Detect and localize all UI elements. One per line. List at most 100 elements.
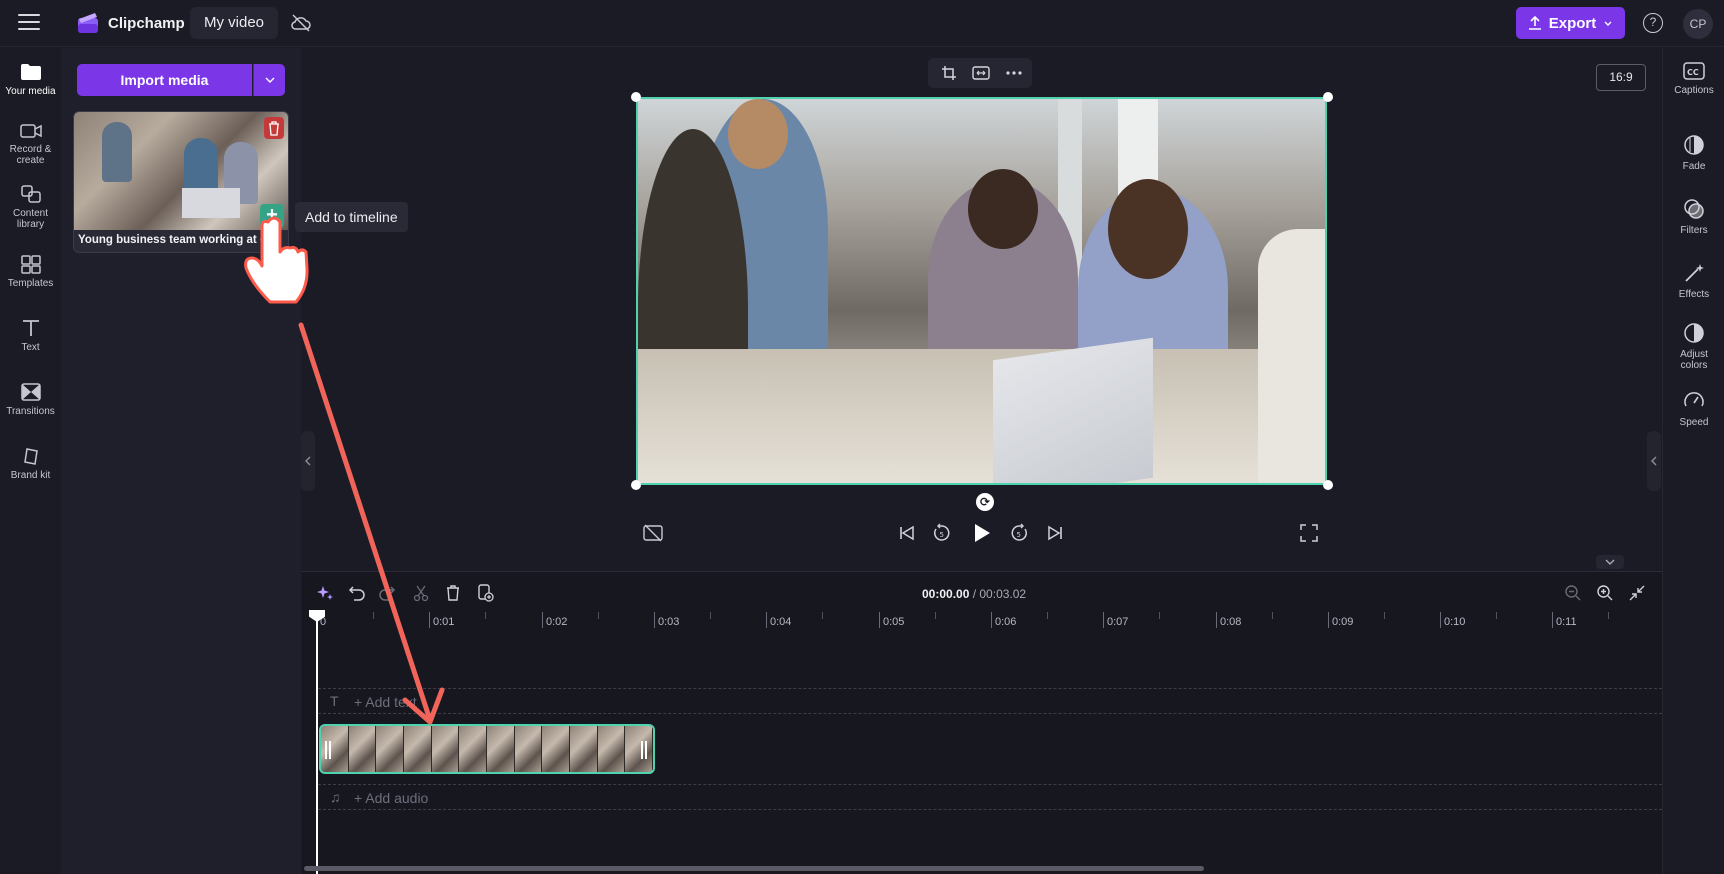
svg-text:5: 5 — [940, 531, 944, 539]
collapse-properties-panel-handle[interactable] — [1647, 431, 1661, 491]
video-title-field[interactable]: My video — [190, 7, 279, 39]
trash-icon[interactable] — [444, 584, 462, 602]
video-clip[interactable] — [319, 724, 655, 774]
nav-adjust-colors[interactable]: Adjust colors — [1663, 322, 1724, 371]
ruler-label: 0:08 — [1220, 616, 1242, 628]
fade-icon — [1684, 135, 1704, 155]
nav-filters[interactable]: Filters — [1663, 198, 1724, 236]
captions-icon: CC — [1683, 62, 1705, 80]
nav-record-create[interactable]: Record & create — [0, 122, 61, 166]
nav-text[interactable]: Text — [0, 318, 61, 353]
ruler-label: 0:01 — [433, 616, 455, 628]
add-to-timeline-icon[interactable] — [476, 584, 494, 602]
export-button[interactable]: Export — [1516, 7, 1625, 39]
skip-to-end-icon[interactable] — [1046, 524, 1064, 542]
resize-handle-top-left[interactable] — [631, 92, 641, 102]
resize-handle-bottom-left[interactable] — [631, 480, 641, 490]
add-audio-label: + Add audio — [354, 790, 429, 806]
resize-handle-top-right[interactable] — [1323, 92, 1333, 102]
clip-trim-handle-right[interactable] — [641, 741, 647, 759]
chevron-left-icon — [305, 456, 311, 466]
split-scissors-icon[interactable] — [412, 584, 430, 602]
avatar[interactable]: CP — [1683, 9, 1713, 39]
total-duration: / 00:03.02 — [972, 587, 1027, 601]
video-preview[interactable] — [636, 97, 1327, 485]
text-track[interactable]: T + Add text — [318, 688, 1662, 714]
trash-icon — [269, 121, 279, 136]
collapse-preview-chevron-icon[interactable] — [1596, 555, 1624, 569]
ruler-label: 0:03 — [658, 616, 680, 628]
ruler-label: 0:02 — [546, 616, 568, 628]
media-item[interactable]: + Young business team working at o — [73, 111, 289, 253]
zoom-out-icon[interactable] — [1564, 584, 1582, 602]
import-dropdown-button[interactable] — [253, 64, 285, 96]
forward-5s-icon[interactable]: 5 — [1009, 523, 1029, 543]
import-media-button[interactable]: Import media — [77, 64, 252, 96]
nav-transitions[interactable]: Transitions — [0, 382, 61, 417]
zoom-in-icon[interactable] — [1596, 584, 1614, 602]
add-to-timeline-button[interactable]: + — [260, 204, 284, 228]
media-panel: Import media + Young business team worki… — [61, 48, 301, 874]
nav-brand-kit[interactable]: Brand kit — [0, 446, 61, 481]
clipchamp-logo — [78, 13, 98, 33]
help-icon[interactable]: ? — [1643, 13, 1663, 33]
nav-templates[interactable]: Templates — [0, 254, 61, 289]
chevron-down-icon — [1604, 21, 1612, 26]
crop-icon[interactable] — [941, 65, 957, 81]
speed-icon — [1684, 392, 1704, 407]
upload-icon — [1528, 16, 1541, 30]
magic-sparkle-icon[interactable] — [316, 584, 334, 602]
export-label: Export — [1548, 14, 1597, 32]
undo-icon[interactable] — [348, 584, 366, 602]
nav-captions[interactable]: CC Captions — [1663, 62, 1724, 96]
app-name: Clipchamp — [108, 15, 185, 32]
collapse-media-panel-handle[interactable] — [301, 431, 315, 491]
add-text-label: + Add text — [354, 694, 417, 710]
add-to-timeline-tooltip: Add to timeline — [295, 202, 408, 232]
captions-off-icon[interactable] — [643, 524, 663, 542]
svg-text:5: 5 — [1017, 531, 1021, 539]
effects-icon — [1685, 264, 1704, 282]
fit-timeline-icon[interactable] — [1628, 584, 1646, 602]
ruler-label: 0:09 — [1332, 616, 1354, 628]
nav-speed[interactable]: Speed — [1663, 390, 1724, 428]
ruler-label: 0:07 — [1107, 616, 1129, 628]
ruler-label: 0:04 — [770, 616, 792, 628]
redo-icon[interactable] — [378, 584, 396, 602]
nav-your-media[interactable]: Your media — [0, 62, 61, 97]
aspect-ratio-button[interactable]: 16:9 — [1596, 64, 1646, 91]
chevron-down-icon — [265, 77, 275, 83]
time-ruler[interactable]: 0 0:01 0:02 0:03 0:04 0:05 0:06 0:07 0:0… — [302, 612, 1662, 640]
clip-trim-handle-left[interactable] — [325, 741, 331, 759]
folder-icon — [20, 64, 41, 80]
ruler-label: 0:10 — [1444, 616, 1466, 628]
rotate-handle[interactable]: ⟳ — [976, 493, 994, 511]
cloud-sync-off-icon[interactable] — [290, 13, 312, 33]
nav-content-library[interactable]: Content library — [0, 184, 61, 230]
menu-icon[interactable] — [18, 14, 40, 32]
play-icon[interactable] — [973, 523, 991, 543]
brand-kit-icon — [23, 448, 38, 465]
skip-to-start-icon[interactable] — [898, 524, 916, 542]
playhead[interactable] — [316, 612, 318, 874]
delete-media-button[interactable] — [264, 117, 284, 139]
adjust-colors-icon — [1684, 323, 1704, 343]
templates-icon — [20, 255, 41, 274]
more-options-icon[interactable] — [1006, 70, 1022, 76]
resize-handle-bottom-right[interactable] — [1323, 480, 1333, 490]
music-note-icon: ♫ — [330, 789, 341, 805]
media-thumbnail — [74, 112, 288, 230]
preview-toolbar — [928, 58, 1032, 88]
top-bar: Clipchamp My video Export ? CP — [0, 0, 1724, 47]
transitions-icon — [20, 383, 41, 401]
fit-icon[interactable] — [972, 65, 990, 81]
timeline-scrollbar[interactable] — [304, 866, 1204, 871]
fullscreen-icon[interactable] — [1300, 524, 1318, 542]
nav-effects[interactable]: Effects — [1663, 262, 1724, 300]
left-nav: Your media Record & create Content libra… — [0, 48, 61, 874]
rewind-5s-icon[interactable]: 5 — [932, 523, 952, 543]
nav-fade[interactable]: Fade — [1663, 134, 1724, 172]
library-icon — [20, 185, 41, 203]
audio-track[interactable]: ♫ + Add audio — [318, 784, 1662, 810]
properties-nav: CC Captions Fade Filters Effects Adjust … — [1662, 48, 1724, 874]
